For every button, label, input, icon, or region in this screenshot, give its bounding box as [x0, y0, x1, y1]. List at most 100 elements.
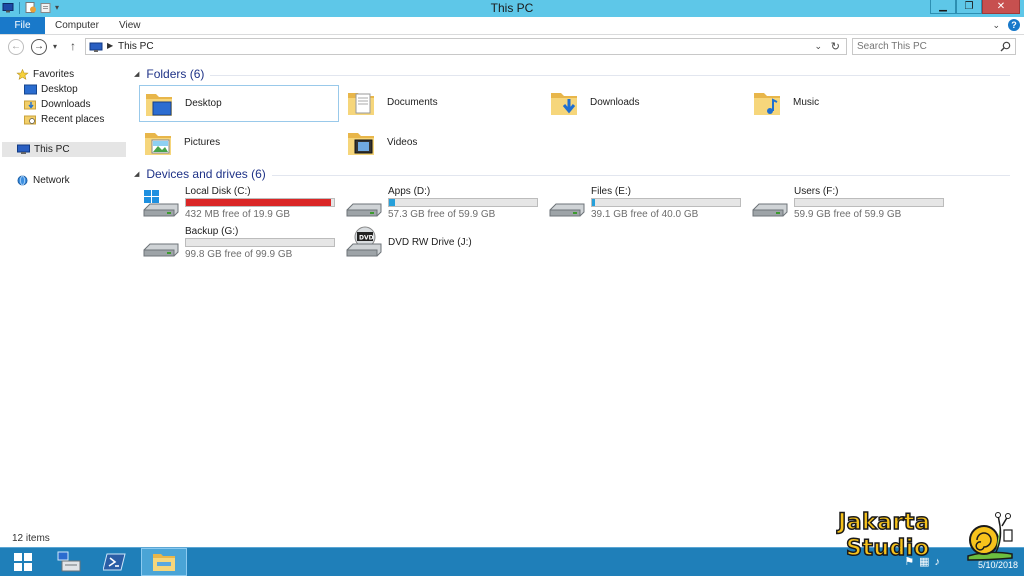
watermark-line2: Studio [845, 535, 930, 562]
search-input[interactable] [857, 40, 993, 53]
folder-desktop[interactable]: Desktop [139, 85, 339, 122]
powershell-icon [103, 553, 126, 571]
watermark-line1: Jakarta [837, 509, 931, 536]
tab-view[interactable]: View [119, 17, 141, 34]
folders-header-label: Folders (6) [146, 67, 205, 81]
divider [271, 174, 1010, 176]
nav-network-label: Network [33, 175, 70, 186]
help-icon[interactable]: ? [1008, 19, 1020, 31]
hard-drive-icon [143, 243, 179, 257]
title-bar: ▾ This PC ▁ ❐ ✕ [0, 0, 1024, 17]
folder-name: Pictures [184, 137, 221, 148]
powershell-button[interactable] [92, 548, 138, 576]
nav-item-desktop[interactable]: Desktop [24, 82, 78, 97]
file-explorer-window: ▾ This PC ▁ ❐ ✕ File Computer View ⌄ ? ←… [0, 0, 1024, 547]
nav-network[interactable]: Network [16, 173, 70, 188]
windows-logo-icon [14, 553, 32, 571]
collapse-icon[interactable]: ◢ [134, 170, 139, 178]
hard-drive-icon [752, 203, 788, 217]
address-bar[interactable]: ▶ This PC ⌄ ↻ [85, 38, 847, 55]
drive-dvd-rw-j[interactable]: DVD DVD RW Drive (J:) [343, 226, 543, 264]
drives-section-header[interactable]: ◢ Devices and drives (6) [130, 166, 1010, 182]
nav-favorites-label: Favorites [33, 69, 75, 80]
window-title: This PC [490, 1, 534, 15]
close-button[interactable]: ✕ [982, 0, 1020, 14]
back-button[interactable]: ← [8, 39, 24, 55]
folder-videos[interactable]: Videos [342, 125, 542, 162]
folder-name: Downloads [590, 97, 640, 108]
drive-local-disk-c[interactable]: Local Disk (C:) 432 MB free of 19.9 GB [140, 186, 340, 224]
drive-name: Backup (G:) [185, 226, 239, 237]
breadcrumb-arrow-icon[interactable]: ▶ [107, 41, 113, 50]
folder-name: Documents [387, 97, 438, 108]
ribbon-controls: ⌄ ? [992, 19, 1020, 31]
drive-usage-fill [186, 199, 332, 206]
forward-button[interactable]: → [31, 39, 47, 55]
file-explorer-button[interactable] [141, 548, 187, 576]
nav-this-pc-label: This PC [34, 144, 70, 155]
expand-ribbon-icon[interactable]: ⌄ [992, 20, 1000, 31]
folder-pictures[interactable]: Pictures [139, 125, 339, 162]
downloads-folder-icon [551, 93, 577, 115]
network-icon [17, 175, 28, 186]
drive-usage-bar [185, 238, 335, 247]
tab-computer[interactable]: Computer [55, 17, 99, 34]
documents-folder-icon [348, 93, 374, 115]
drive-usage-bar [794, 198, 944, 207]
snail-mascot-icon [967, 512, 1013, 561]
nav-item-downloads[interactable]: Downloads [24, 97, 90, 112]
hard-drive-icon [346, 203, 382, 217]
drives-header-label: Devices and drives (6) [146, 167, 266, 181]
drive-apps-d[interactable]: Apps (D:) 57.3 GB free of 59.9 GB [343, 186, 543, 224]
address-dropdown-icon[interactable]: ⌄ [814, 41, 822, 52]
server-manager-icon [57, 551, 81, 572]
drive-name: Local Disk (C:) [185, 186, 251, 197]
folder-documents[interactable]: Documents [342, 85, 542, 122]
windows-drive-icon [143, 190, 179, 217]
nav-item-recent-places[interactable]: Recent places [24, 112, 104, 127]
hard-drive-icon [549, 203, 585, 217]
nav-favorites[interactable]: Favorites [16, 67, 74, 82]
drive-name: Apps (D:) [388, 186, 431, 197]
drive-free-space: 57.3 GB free of 59.9 GB [388, 209, 496, 220]
folder-name: Videos [387, 137, 418, 148]
ribbon-tabs: File Computer View ⌄ ? [0, 17, 1024, 35]
search-icon[interactable] [1000, 41, 1011, 52]
folders-section-header[interactable]: ◢ Folders (6) [130, 66, 1010, 82]
divider [210, 74, 1010, 76]
drive-free-space: 99.8 GB free of 99.9 GB [185, 249, 293, 260]
refresh-icon[interactable]: ↻ [831, 40, 840, 53]
restore-button[interactable]: ❐ [956, 0, 982, 14]
drive-usage-bar [591, 198, 741, 207]
minimize-button[interactable]: ▁ [930, 0, 956, 14]
start-button[interactable] [0, 548, 46, 576]
server-manager-button[interactable] [46, 548, 92, 576]
drive-usage-bar [185, 198, 335, 207]
file-explorer-icon [153, 554, 175, 571]
collapse-icon[interactable]: ◢ [134, 70, 139, 78]
drive-backup-g[interactable]: Backup (G:) 99.8 GB free of 99.9 GB [140, 226, 340, 264]
navigation-pane: Favorites Desktop Downloads Recent place… [0, 60, 127, 530]
search-box[interactable] [852, 38, 1016, 55]
folder-downloads[interactable]: Downloads [545, 85, 745, 122]
drive-files-e[interactable]: Files (E:) 39.1 GB free of 40.0 GB [546, 186, 746, 224]
this-pc-icon [89, 42, 103, 52]
recent-locations-icon[interactable]: ▾ [53, 42, 57, 51]
drive-users-f[interactable]: Users (F:) 59.9 GB free of 59.9 GB [749, 186, 949, 224]
drive-free-space: 39.1 GB free of 40.0 GB [591, 209, 699, 220]
breadcrumb-this-pc[interactable]: This PC [118, 41, 154, 52]
nav-item-label: Downloads [41, 99, 91, 110]
tab-file[interactable]: File [0, 17, 45, 34]
recent-places-icon [24, 115, 36, 125]
nav-item-label: Recent places [41, 114, 105, 125]
nav-this-pc[interactable]: This PC [2, 142, 126, 157]
drive-usage-bar [388, 198, 538, 207]
music-folder-icon [754, 93, 780, 115]
drive-usage-fill [592, 199, 595, 206]
videos-folder-icon [348, 133, 374, 155]
up-button[interactable]: ↑ [70, 39, 76, 53]
folder-music[interactable]: Music [748, 85, 948, 122]
desktop-icon [24, 84, 37, 95]
watermark-logo: Jakarta Studio [836, 508, 1018, 566]
navigation-bar: ← → ▾ ↑ ▶ This PC ⌄ ↻ [0, 36, 1024, 58]
